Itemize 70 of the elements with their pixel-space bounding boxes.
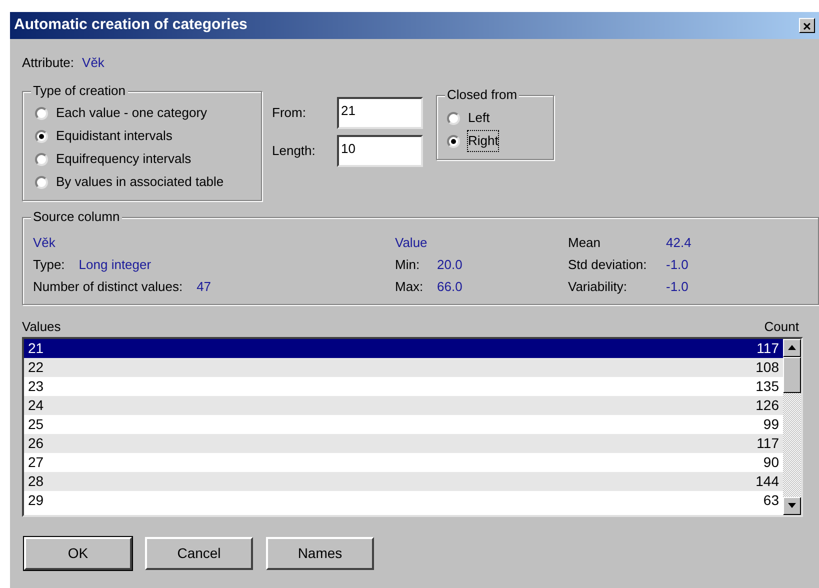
field-label: From: (272, 104, 307, 122)
radio-button[interactable] (447, 112, 460, 124)
dialog-button[interactable]: OK (24, 536, 132, 570)
column-header: Values (22, 318, 61, 336)
max-label: Max: (395, 278, 424, 296)
value-cell: 29 (28, 490, 44, 510)
attribute-label: Attribute: (22, 54, 74, 72)
input-field[interactable]: 21 (337, 96, 423, 128)
scroll-up-button[interactable] (783, 338, 801, 356)
radio-button[interactable] (35, 130, 48, 142)
distinct-label: Number of distinct values: (33, 278, 183, 296)
radio-button[interactable] (35, 176, 48, 188)
value-cell: 22 (28, 358, 44, 376)
min-label: Min: (395, 256, 421, 274)
value-cell: 27 (28, 452, 44, 472)
column-header: Count (764, 318, 799, 336)
count-cell: 117 (756, 338, 779, 358)
radio-button[interactable] (35, 106, 48, 120)
radio-label: By values in associated table (56, 173, 224, 192)
count-cell: 135 (756, 376, 779, 396)
close-button[interactable]: × (799, 18, 815, 33)
value-cell: 28 (28, 472, 44, 490)
stat-label: Std deviation: (568, 256, 648, 274)
scroll-down-button[interactable] (783, 496, 801, 514)
radio-label: Right (468, 131, 498, 151)
field-label: Length: (272, 142, 316, 160)
dialog-button[interactable]: Names (266, 536, 374, 570)
value-cell: 24 (28, 396, 44, 414)
value-cell: 25 (28, 414, 44, 434)
list-row[interactable]: 24 126 (24, 396, 783, 414)
scroll-thumb[interactable] (783, 356, 801, 392)
column-name: Věk (33, 234, 56, 252)
value-cell: 23 (28, 376, 44, 396)
count-cell: 90 (763, 452, 779, 472)
radio-label: Each value - one category (56, 104, 208, 122)
count-cell: 126 (756, 396, 779, 414)
count-cell: 99 (763, 414, 779, 434)
input-field[interactable]: 10 (337, 134, 423, 166)
dialog-button[interactable]: Cancel (145, 536, 253, 570)
count-cell: 108 (756, 358, 779, 376)
list-row[interactable]: 21 117 (24, 338, 783, 358)
distinct-value: 47 (196, 278, 212, 296)
scrollbar[interactable] (783, 338, 801, 514)
type-label: Type: (33, 256, 65, 274)
count-cell: 144 (756, 472, 779, 490)
attribute-value: Věk (82, 54, 104, 72)
type-value: Long integer (78, 256, 152, 274)
window-title: Automatic creation of categories (14, 15, 248, 36)
stat-value: -1.0 (666, 256, 688, 274)
radio-label: Equidistant intervals (56, 127, 172, 146)
radio-label: Left (468, 109, 490, 128)
down-arrow-icon (788, 503, 796, 508)
stat-label: Mean (568, 234, 602, 252)
radio-button[interactable] (447, 134, 460, 148)
list-row[interactable]: 22 108 (24, 358, 783, 376)
value-heading: Value (395, 234, 428, 252)
value-cell: 21 (28, 338, 44, 358)
stat-value: -1.0 (666, 278, 688, 296)
count-cell: 117 (756, 434, 779, 452)
list-row[interactable]: 26 117 (24, 434, 783, 452)
up-arrow-icon (788, 345, 796, 350)
radio-label: Equifrequency intervals (56, 150, 192, 168)
stat-value: 42.4 (666, 234, 692, 252)
radio-button[interactable] (35, 152, 48, 166)
stat-label: Variability: (568, 278, 628, 296)
list-row[interactable]: 28 144 (24, 472, 783, 490)
max-value: 66.0 (437, 278, 462, 296)
count-cell: 63 (763, 490, 779, 510)
value-cell: 26 (28, 434, 44, 452)
min-value: 20.0 (437, 256, 462, 274)
